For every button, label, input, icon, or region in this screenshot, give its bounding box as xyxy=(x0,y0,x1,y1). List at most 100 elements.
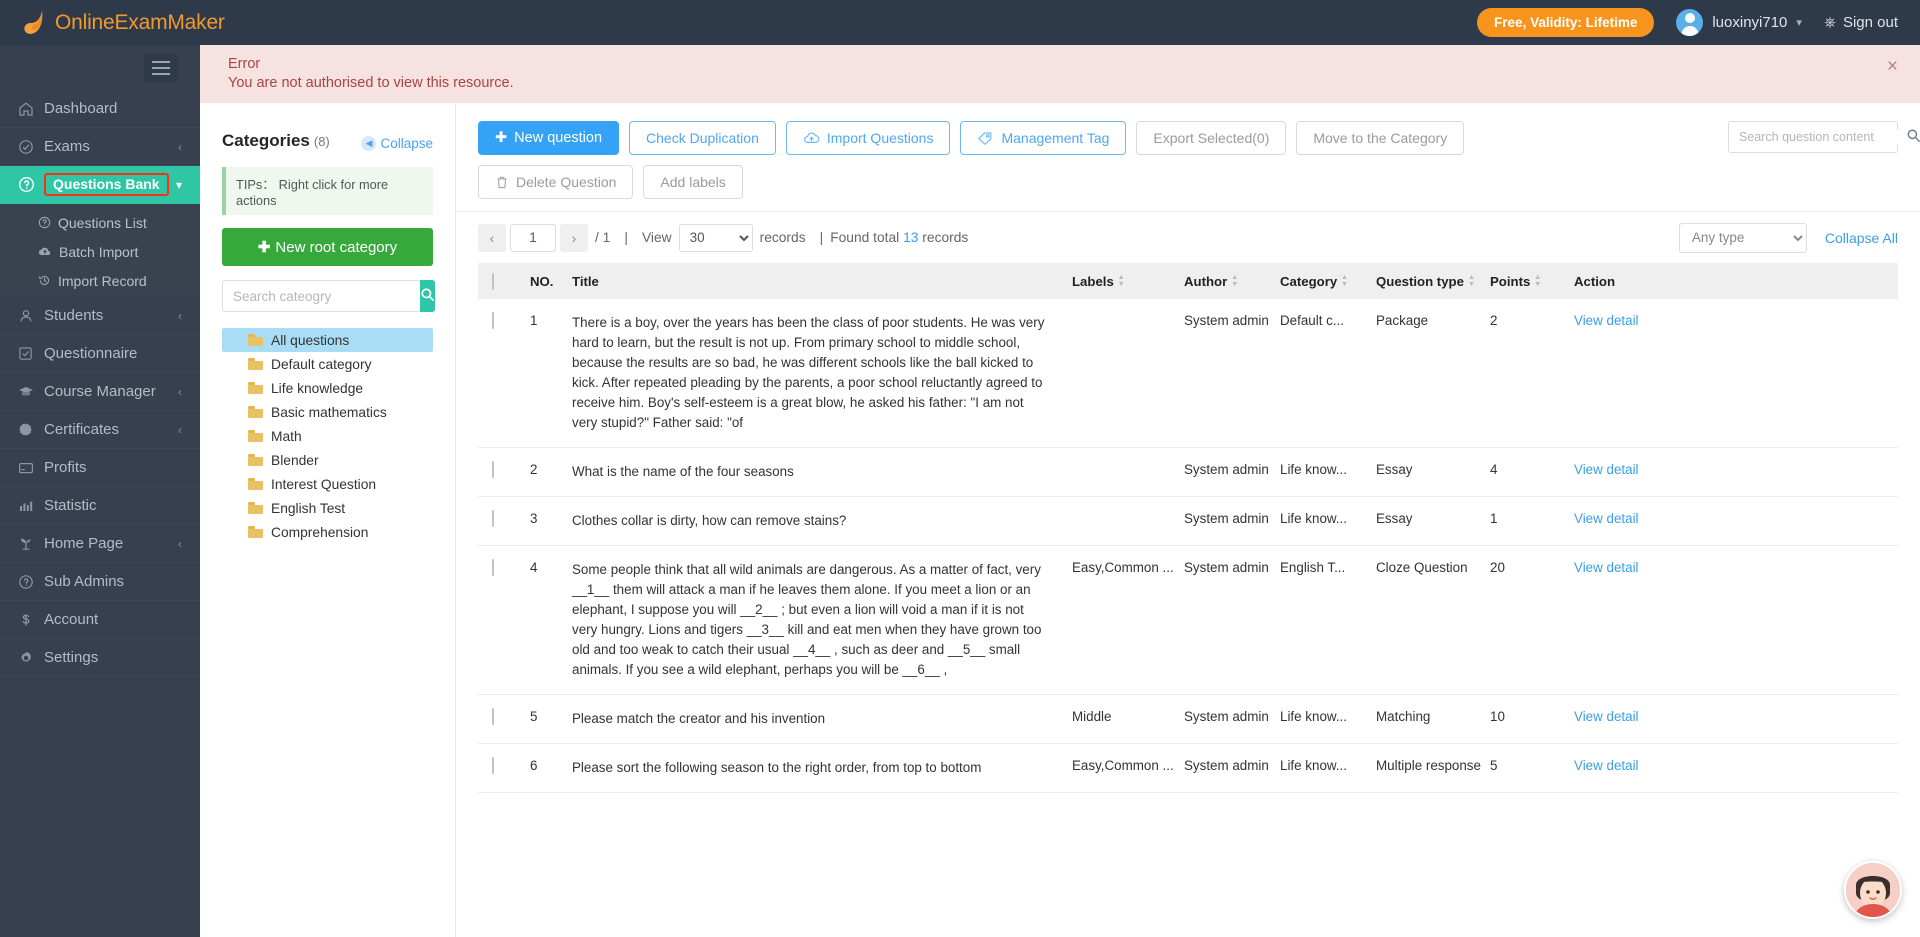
move-to-category-label: Move to the Category xyxy=(1313,130,1448,146)
category-item-basic-mathematics[interactable]: Basic mathematics xyxy=(222,400,433,424)
check-duplication-button[interactable]: Check Duplication xyxy=(629,121,776,155)
search-input[interactable] xyxy=(1739,130,1900,144)
row-author: System admin xyxy=(1184,560,1269,575)
view-detail-link[interactable]: View detail xyxy=(1574,560,1639,575)
row-checkbox[interactable] xyxy=(492,757,494,774)
new-question-button[interactable]: ✚ New question xyxy=(478,121,620,155)
category-item-comprehension[interactable]: Comprehension xyxy=(222,520,433,544)
sidebar-item-questionnaire[interactable]: Questionnaire xyxy=(0,335,200,373)
sidebar-item-certificates[interactable]: Certificates ‹ xyxy=(0,411,200,449)
sidebar-subitem-label: Questions List xyxy=(58,214,147,231)
sidebar: Dashboard Exams ‹ Questions Bank ▾ Quest… xyxy=(0,45,211,937)
management-tag-button[interactable]: Management Tag xyxy=(960,121,1127,155)
chevron-down-icon: ▾ xyxy=(175,177,182,192)
header-action: Action xyxy=(1574,273,1616,289)
sidebar-item-account[interactable]: Account xyxy=(0,601,200,639)
sidebar-item-profits[interactable]: Profits xyxy=(0,449,200,487)
category-item-english-test[interactable]: English Test xyxy=(222,496,433,520)
view-detail-link[interactable]: View detail xyxy=(1574,758,1639,773)
import-questions-button[interactable]: Import Questions xyxy=(785,121,951,155)
sidebar-item-batch-import[interactable]: Batch Import xyxy=(0,237,200,266)
sidebar-item-label: Certificates xyxy=(44,421,120,438)
table-row[interactable]: 1 There is a boy, over the years has bee… xyxy=(478,299,1898,448)
prev-page-button[interactable]: ‹ xyxy=(478,223,506,252)
view-detail-link[interactable]: View detail xyxy=(1574,511,1639,526)
header-question-type[interactable]: Question type ▲ ▼ xyxy=(1376,274,1490,289)
category-item-life-knowledge[interactable]: Life knowledge xyxy=(222,376,433,400)
folder-icon xyxy=(248,382,263,394)
type-filter-select[interactable]: Any type xyxy=(1678,222,1807,253)
search-icon[interactable] xyxy=(1906,128,1920,146)
category-item-default-category[interactable]: Default category xyxy=(222,352,433,376)
view-detail-link[interactable]: View detail xyxy=(1574,313,1639,328)
category-item-interest-question[interactable]: Interest Question xyxy=(222,472,433,496)
support-chat-avatar[interactable] xyxy=(1844,861,1902,919)
header-author[interactable]: Author ▲ ▼ xyxy=(1184,274,1280,289)
folder-icon xyxy=(248,526,263,538)
page-size-select[interactable]: 30 xyxy=(678,223,753,252)
sidebar-item-questions-list[interactable]: Questions List xyxy=(0,208,200,237)
row-author: System admin xyxy=(1184,758,1269,773)
select-all-checkbox[interactable] xyxy=(492,272,494,290)
row-category: Life know... xyxy=(1280,758,1347,773)
brand-logo[interactable]: OnlineExamMaker xyxy=(0,9,225,37)
category-item-all-questions[interactable]: All questions xyxy=(222,328,433,352)
header-labels[interactable]: Labels ▲ ▼ xyxy=(1072,274,1184,289)
table-row[interactable]: 3 Clothes collar is dirty, how can remov… xyxy=(478,497,1898,546)
sidebar-item-statistic[interactable]: Statistic xyxy=(0,487,200,525)
collapse-all-button[interactable]: Collapse All xyxy=(1825,230,1898,246)
category-item-math[interactable]: Math xyxy=(222,424,433,448)
delete-question-label: Delete Question xyxy=(516,174,617,190)
categories-header: Categories (8) ◀ Collapse xyxy=(222,131,433,151)
row-category: English T... xyxy=(1280,560,1346,575)
close-icon[interactable]: × xyxy=(1887,57,1898,76)
sidebar-item-exams[interactable]: Exams ‹ xyxy=(0,128,200,166)
category-tree: All questions Default category Life know… xyxy=(222,328,433,544)
export-selected-button[interactable]: Export Selected(0) xyxy=(1136,121,1287,155)
row-title: Clothes collar is dirty, how can remove … xyxy=(572,513,847,528)
sidebar-item-import-record[interactable]: Import Record xyxy=(0,266,200,295)
row-question-type: Cloze Question xyxy=(1376,560,1468,575)
category-item-label: Default category xyxy=(271,356,372,372)
sidebar-item-label: Statistic xyxy=(44,497,97,514)
table-row[interactable]: 4 Some people think that all wild animal… xyxy=(478,546,1898,695)
user-menu[interactable]: luoxinyi710 ▾ xyxy=(1676,9,1802,36)
sign-out-button[interactable]: ⎈ Sign out xyxy=(1824,14,1898,31)
row-checkbox[interactable] xyxy=(492,708,494,725)
view-detail-link[interactable]: View detail xyxy=(1574,462,1639,477)
row-checkbox[interactable] xyxy=(492,510,494,527)
row-checkbox[interactable] xyxy=(492,461,494,478)
sidebar-item-course-manager[interactable]: Course Manager ‹ xyxy=(0,373,200,411)
sidebar-item-sub-admins[interactable]: Sub Admins xyxy=(0,563,200,601)
sidebar-item-questions-bank[interactable]: Questions Bank ▾ xyxy=(0,166,211,204)
add-labels-button[interactable]: Add labels xyxy=(643,165,743,199)
sidebar-item-settings[interactable]: Settings xyxy=(0,639,200,677)
row-checkbox[interactable] xyxy=(492,312,494,329)
table-row[interactable]: 6 Please sort the following season to th… xyxy=(478,744,1898,793)
header-points[interactable]: Points ▲ ▼ xyxy=(1490,274,1574,289)
sidebar-item-dashboard[interactable]: Dashboard xyxy=(0,90,200,128)
logo-leaf-icon xyxy=(22,9,48,37)
row-checkbox[interactable] xyxy=(492,559,494,576)
category-search-input[interactable] xyxy=(222,280,420,312)
move-to-category-button[interactable]: Move to the Category xyxy=(1296,121,1465,155)
plan-badge[interactable]: Free, Validity: Lifetime xyxy=(1477,8,1655,37)
sidebar-item-home-page[interactable]: Home Page ‹ xyxy=(0,525,200,563)
category-item-blender[interactable]: Blender xyxy=(222,448,433,472)
sidebar-item-students[interactable]: Students ‹ xyxy=(0,297,200,335)
folder-icon xyxy=(248,454,263,466)
hamburger-menu-icon[interactable] xyxy=(144,53,178,82)
delete-question-button[interactable]: Delete Question xyxy=(478,165,634,199)
row-no: 2 xyxy=(530,462,538,477)
table-row[interactable]: 2 What is the name of the four seasons S… xyxy=(478,448,1898,497)
collapse-categories-button[interactable]: ◀ Collapse xyxy=(361,136,433,151)
view-detail-link[interactable]: View detail xyxy=(1574,709,1639,724)
table-row[interactable]: 5 Please match the creator and his inven… xyxy=(478,695,1898,744)
category-search-button[interactable] xyxy=(420,280,435,312)
header-category[interactable]: Category ▲ ▼ xyxy=(1280,274,1376,289)
new-root-category-button[interactable]: ✚ New root category xyxy=(222,228,433,266)
sort-icon: ▲ ▼ xyxy=(1231,273,1239,288)
page-number-input[interactable] xyxy=(510,223,556,252)
folder-icon xyxy=(248,430,263,442)
next-page-button[interactable]: › xyxy=(560,223,588,252)
